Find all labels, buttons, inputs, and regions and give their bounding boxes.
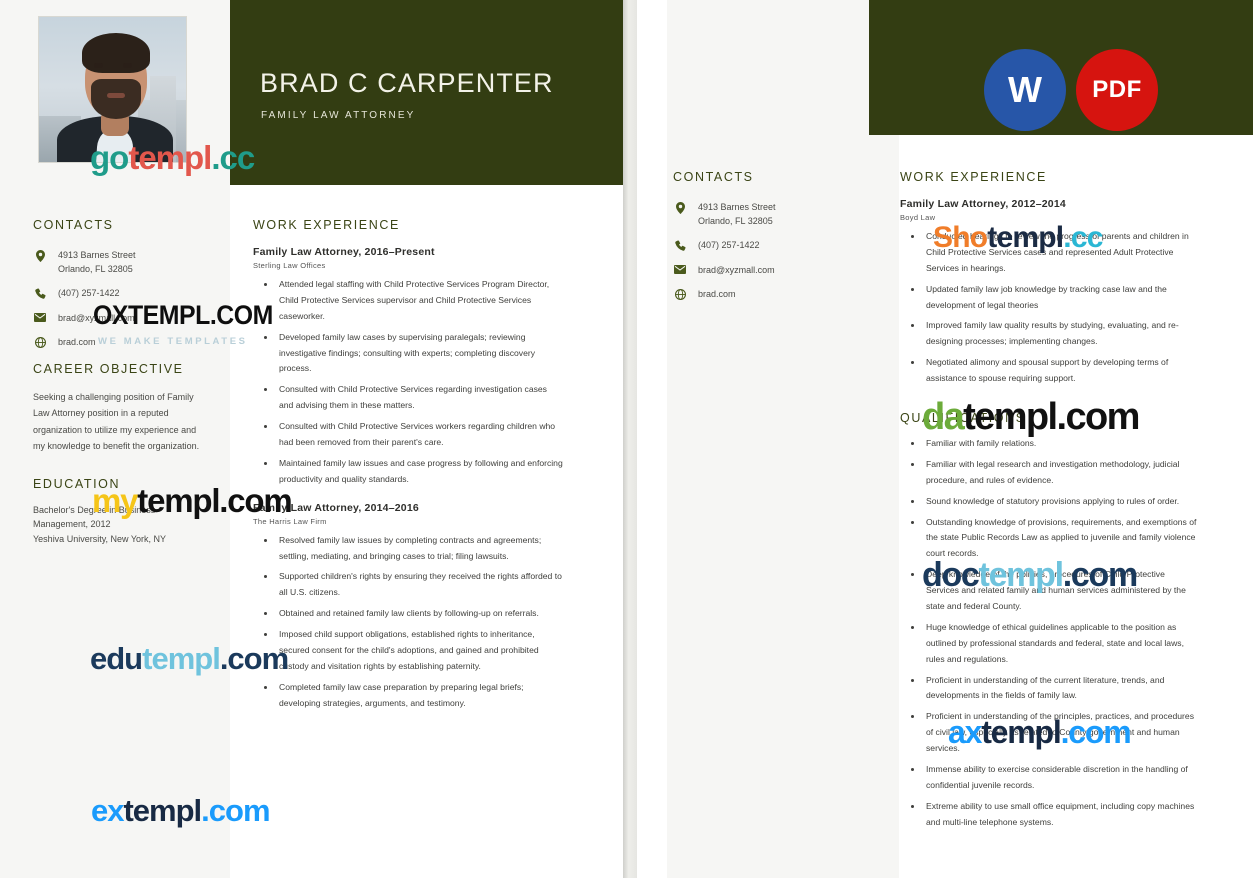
envelope-icon bbox=[33, 312, 47, 322]
job-organization: Boyd Law bbox=[900, 213, 936, 222]
job-entry: Family Law Attorney, 2014–2016 The Harri… bbox=[253, 502, 563, 712]
page2-sidebar-content: CONTACTS 4913 Barnes Street Orlando, FL 3… bbox=[673, 170, 858, 313]
word-format-badge[interactable]: W bbox=[984, 49, 1066, 131]
phone-icon bbox=[673, 239, 687, 251]
envelope-icon bbox=[673, 264, 687, 274]
bullet-item: Resolved family law issues by completing… bbox=[253, 533, 563, 565]
education-school: Yeshiva University, New York, NY bbox=[33, 533, 167, 544]
contact-text: 4913 Barnes Street Orlando, FL 32805 bbox=[58, 250, 136, 274]
bullet-item: Attended legal staffing with Child Prote… bbox=[253, 277, 563, 325]
career-objective-text: Seeking a challenging position of Family… bbox=[33, 391, 200, 452]
bullet-item: Familiar with family relations. bbox=[900, 436, 1200, 452]
education-heading: EDUCATION bbox=[33, 477, 121, 492]
contact-text: (407) 257-1422 bbox=[698, 240, 760, 250]
contact-row[interactable]: brad@xyzmall.com bbox=[673, 264, 858, 278]
page1-main-content: WORK EXPERIENCE Family Law Attorney, 201… bbox=[253, 218, 563, 717]
word-badge-label: W bbox=[1008, 69, 1042, 110]
bullet-item: Consulted with Child Protective Services… bbox=[253, 382, 563, 414]
job-bullet-list: Conducted hearings to review the progres… bbox=[900, 229, 1200, 387]
bullet-item: Developed family law cases by supervisin… bbox=[253, 330, 563, 378]
job-title: Family Law Attorney, 2012–2014 bbox=[900, 198, 1066, 210]
bullet-item: Imposed child support obligations, estab… bbox=[253, 627, 563, 675]
globe-icon bbox=[673, 288, 687, 300]
work-experience-heading: WORK EXPERIENCE bbox=[253, 218, 400, 232]
bullet-item: Obtained and retained family law clients… bbox=[253, 606, 563, 622]
bullet-item: Sound knowledge of statutory provisions … bbox=[900, 494, 1200, 510]
contact-text: brad.com bbox=[698, 289, 736, 299]
career-objective-heading: CAREER OBJECTIVE bbox=[33, 361, 184, 376]
contacts-list: 4913 Barnes Street Orlando, FL 32805 (407… bbox=[33, 249, 208, 350]
bullet-item: Immense ability to exercise considerable… bbox=[900, 762, 1200, 794]
candidate-role: FAMILY LAW ATTORNEY bbox=[261, 110, 416, 121]
page2-header-banner bbox=[869, 0, 1253, 135]
page1-sidebar-content: CONTACTS 4913 Barnes Street Orlando, FL 3… bbox=[33, 218, 208, 546]
resume-page-2: W PDF CONTACTS 4913 Barnes Street Orlando… bbox=[637, 0, 1253, 878]
job-title: Family Law Attorney, 2014–2016 bbox=[253, 501, 419, 514]
contact-row[interactable]: 4913 Barnes Street Orlando, FL 32805 bbox=[673, 201, 858, 228]
job-bullet-list: Attended legal staffing with Child Prote… bbox=[253, 277, 563, 488]
bullet-item: Supported children's rights by ensuring … bbox=[253, 569, 563, 601]
page-gutter-divider bbox=[623, 0, 637, 878]
contact-row[interactable]: brad@xyzmall.com bbox=[33, 312, 208, 326]
page2-main-content: WORK EXPERIENCE Family Law Attorney, 201… bbox=[900, 170, 1200, 836]
contacts-heading-2: CONTACTS bbox=[673, 170, 754, 184]
bullet-item: Extreme ability to use small office equi… bbox=[900, 799, 1200, 831]
globe-icon bbox=[33, 336, 47, 348]
candidate-name: BRAD C CARPENTER bbox=[260, 68, 554, 98]
bullet-item: Huge knowledge of ethical guidelines app… bbox=[900, 620, 1200, 668]
contact-text: brad@xyzmall.com bbox=[698, 264, 775, 275]
contact-text: (407) 257-1422 bbox=[58, 288, 120, 298]
bullet-item: Consulted with Child Protective Services… bbox=[253, 419, 563, 451]
phone-icon bbox=[33, 287, 47, 299]
qualifications-heading: QUALIFICATIONS bbox=[900, 411, 1026, 426]
contact-row[interactable]: brad.com bbox=[33, 336, 208, 350]
contact-text: brad.com bbox=[58, 337, 96, 347]
job-bullet-list: Resolved family law issues by completing… bbox=[253, 533, 563, 712]
job-organization: Sterling Law Offices bbox=[253, 261, 326, 270]
bullet-item: Conducted hearings to review the progres… bbox=[900, 229, 1200, 277]
qualifications-bullet-list: Familiar with family relations. Familiar … bbox=[900, 436, 1200, 831]
resume-preview-stage: BRAD C CARPENTER FAMILY LAW ATTORNEY CON… bbox=[0, 0, 1253, 878]
location-pin-icon bbox=[673, 201, 687, 214]
location-pin-icon bbox=[33, 249, 47, 262]
bullet-item: Proficient in understanding of the princ… bbox=[900, 709, 1200, 757]
contact-row[interactable]: (407) 257-1422 bbox=[673, 239, 858, 253]
contact-row[interactable]: (407) 257-1422 bbox=[33, 287, 208, 301]
bullet-item: Improved family law quality results by s… bbox=[900, 318, 1200, 350]
pdf-badge-label: PDF bbox=[1092, 76, 1142, 103]
contact-row[interactable]: brad.com bbox=[673, 288, 858, 302]
contact-row[interactable]: 4913 Barnes Street Orlando, FL 32805 bbox=[33, 249, 208, 276]
work-experience-jobs: Family Law Attorney, 2016–Present Sterli… bbox=[253, 246, 563, 712]
job-entry: Family Law Attorney, 2016–Present Sterli… bbox=[253, 246, 563, 488]
bullet-item: Familiar with legal research and investi… bbox=[900, 457, 1200, 489]
bullet-item: Proficient in understanding of the curre… bbox=[900, 673, 1200, 705]
work-experience-heading-2: WORK EXPERIENCE bbox=[900, 170, 1047, 184]
pdf-format-badge[interactable]: PDF bbox=[1076, 49, 1158, 131]
bullet-item: Deep knowledge of the policies, procedur… bbox=[900, 567, 1200, 615]
bullet-item: Updated family law job knowledge by trac… bbox=[900, 282, 1200, 314]
contacts-heading: CONTACTS bbox=[33, 218, 114, 232]
job-title: Family Law Attorney, 2016–Present bbox=[253, 246, 435, 258]
page2-sidebar bbox=[667, 0, 899, 878]
contacts-list-2: 4913 Barnes Street Orlando, FL 32805 (407… bbox=[673, 201, 858, 302]
education-degree: Bachelor's Degree in Business Management… bbox=[33, 505, 156, 530]
bullet-item: Maintained family law issues and case pr… bbox=[253, 456, 563, 488]
bullet-item: Completed family law case preparation by… bbox=[253, 680, 563, 712]
job-organization: The Harris Law Firm bbox=[253, 516, 327, 526]
contact-text: brad@xyzmall.com bbox=[58, 312, 135, 323]
bullet-item: Negotiated alimony and spousal support b… bbox=[900, 355, 1200, 387]
profile-photo bbox=[38, 16, 187, 163]
resume-page-1: BRAD C CARPENTER FAMILY LAW ATTORNEY CON… bbox=[0, 0, 623, 878]
bullet-item: Outstanding knowledge of provisions, req… bbox=[900, 515, 1200, 563]
contact-text: 4913 Barnes Street Orlando, FL 32805 bbox=[698, 202, 776, 226]
